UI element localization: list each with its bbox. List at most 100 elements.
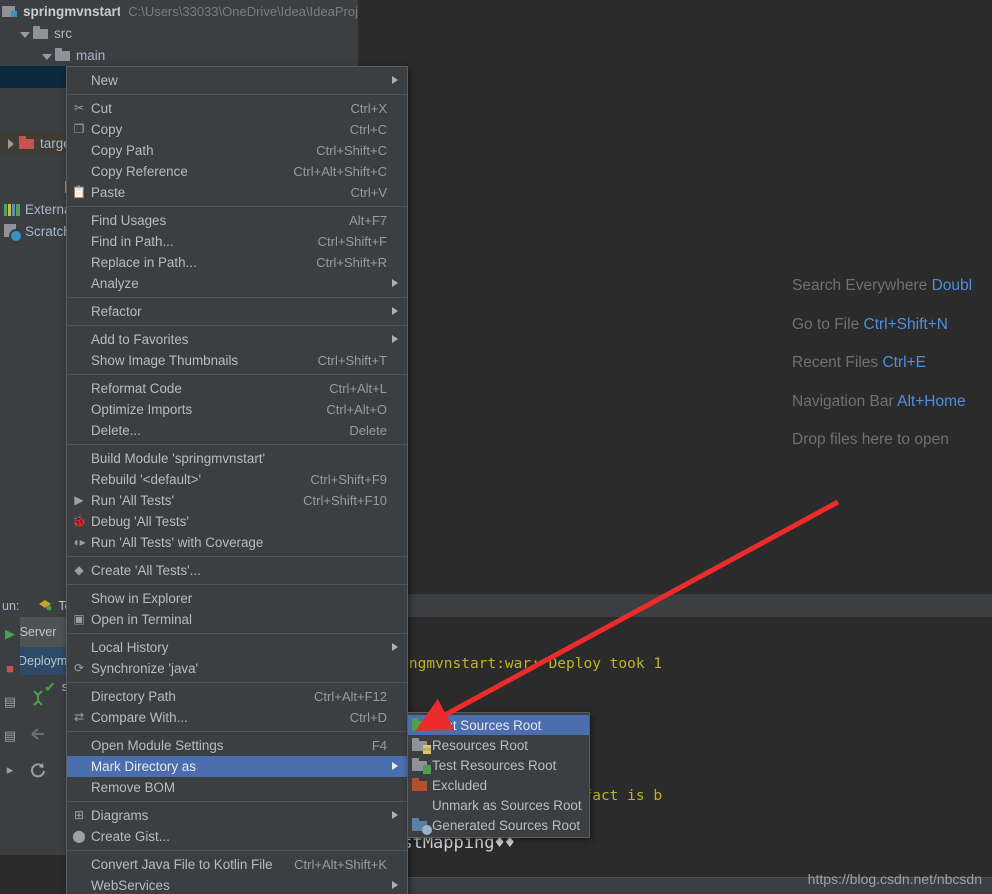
submenu-arrow-placeholder: [387, 140, 399, 161]
submenu-arrow-placeholder: [387, 378, 399, 399]
submenu-item-resources-root[interactable]: Resources Root: [408, 735, 589, 755]
hint-label: Recent Files: [792, 354, 879, 371]
tab-server-label: Server: [19, 625, 57, 639]
chevron-down-icon[interactable]: [18, 27, 31, 40]
collapse-all-icon[interactable]: [24, 716, 52, 752]
menu-separator: [67, 94, 407, 95]
menu-item-find-usages[interactable]: Find Usages Alt+F7: [67, 210, 407, 231]
menu-label: Delete...: [91, 423, 141, 438]
rerun-icon[interactable]: ▶: [0, 617, 20, 651]
menu-item-run-all-tests[interactable]: ▶ Run 'All Tests' Ctrl+Shift+F10: [67, 490, 407, 511]
menu-shortcut: Ctrl+Alt+Shift+K: [294, 857, 387, 872]
menu-item-find-in-path[interactable]: Find in Path... Ctrl+Shift+F: [67, 231, 407, 252]
submenu-label: Unmark as Sources Root: [432, 797, 582, 813]
menu-item-replace-in-path[interactable]: Replace in Path... Ctrl+Shift+R: [67, 252, 407, 273]
menu-item-debug-all-tests[interactable]: 🐞 Debug 'All Tests': [67, 511, 407, 532]
submenu-item-generated-sources-root[interactable]: Generated Sources Root: [408, 815, 589, 835]
refresh-icon[interactable]: [24, 752, 52, 788]
menu-item-remove-bom[interactable]: Remove BOM: [67, 777, 407, 798]
menu-separator: [67, 206, 407, 207]
menu-item-synchronize[interactable]: ⟳ Synchronize 'java': [67, 658, 407, 679]
menu-label: Create 'All Tests'...: [91, 563, 201, 578]
menu-separator: [67, 584, 407, 585]
submenu-arrow-placeholder: [387, 350, 399, 371]
context-menu[interactable]: New ✂ Cut Ctrl+X ❐ Copy Ctrl+C Copy Path…: [66, 66, 408, 894]
menu-shortcut: Ctrl+Alt+L: [329, 381, 387, 396]
submenu-arrow-icon: [387, 301, 399, 322]
chevron-down-icon[interactable]: [40, 49, 53, 62]
chevron-right-icon[interactable]: [4, 137, 17, 150]
menu-label: Find in Path...: [91, 234, 174, 249]
menu-item-paste[interactable]: 📋 Paste Ctrl+V: [67, 182, 407, 203]
tree-row-src[interactable]: src: [0, 22, 358, 44]
menu-item-create-all-tests[interactable]: ◆ Create 'All Tests'...: [67, 560, 407, 581]
module-icon: [2, 3, 18, 19]
run-left-toolbar: ▶ ■ ▤ ▤ ▸: [0, 617, 20, 894]
menu-item-build-module[interactable]: Build Module 'springmvnstart': [67, 448, 407, 469]
hint-drop-files: Drop files here to open: [792, 432, 992, 448]
folder-generated-icon: [408, 815, 432, 835]
submenu-arrow-icon: [387, 70, 399, 91]
menu-separator: [67, 297, 407, 298]
menu-label: Debug 'All Tests': [91, 514, 189, 529]
menu-separator: [67, 850, 407, 851]
menu-item-rebuild[interactable]: Rebuild '<default>' Ctrl+Shift+F9: [67, 469, 407, 490]
submenu-arrow-placeholder: [387, 161, 399, 182]
menu-shortcut: Ctrl+Shift+F10: [303, 493, 387, 508]
submenu-arrow-placeholder: [387, 490, 399, 511]
hint-key: Ctrl+E: [882, 354, 926, 371]
menu-item-reformat-code[interactable]: Reformat Code Ctrl+Alt+L: [67, 378, 407, 399]
submenu-item-test-sources-root[interactable]: Test Sources Root: [408, 715, 589, 735]
menu-item-create-gist[interactable]: ⬤ Create Gist...: [67, 826, 407, 847]
hint-recent-files: Recent Files Ctrl+E: [792, 355, 992, 371]
menu-item-cut[interactable]: ✂ Cut Ctrl+X: [67, 98, 407, 119]
menu-item-copy[interactable]: ❐ Copy Ctrl+C: [67, 119, 407, 140]
menu-label: Build Module 'springmvnstart': [91, 451, 266, 466]
menu-item-delete[interactable]: Delete... Delete: [67, 420, 407, 441]
menu-item-add-to-favorites[interactable]: Add to Favorites: [67, 329, 407, 350]
print-icon[interactable]: ▤: [0, 719, 20, 753]
menu-item-show-in-explorer[interactable]: Show in Explorer: [67, 588, 407, 609]
submenu-arrow-placeholder: [387, 735, 399, 756]
scroll-icon[interactable]: ▸: [0, 753, 20, 787]
scratches-icon: [4, 223, 23, 243]
coverage-icon: ◖▸: [72, 535, 86, 549]
menu-item-compare-with[interactable]: ⇄ Compare With... Ctrl+D: [67, 707, 407, 728]
menu-shortcut: Ctrl+Shift+F: [317, 234, 387, 249]
stop-icon[interactable]: ■: [0, 651, 20, 685]
submenu-item-unmark-as-sources-root[interactable]: Unmark as Sources Root: [408, 795, 589, 815]
submenu-item-test-resources-root[interactable]: Test Resources Root: [408, 755, 589, 775]
menu-shortcut: Ctrl+Shift+T: [317, 353, 387, 368]
mark-directory-as-submenu[interactable]: Test Sources Root Resources Root Test Re…: [407, 712, 590, 838]
menu-item-open-in-terminal[interactable]: ▣ Open in Terminal: [67, 609, 407, 630]
menu-item-convert-java-to-kotlin[interactable]: Convert Java File to Kotlin File Ctrl+Al…: [67, 854, 407, 875]
menu-label: Show in Explorer: [91, 591, 193, 606]
menu-label: Copy Path: [91, 143, 154, 158]
submenu-arrow-icon: [387, 329, 399, 350]
tree-row-main[interactable]: main: [0, 44, 358, 66]
menu-item-webservices[interactable]: WebServices: [67, 875, 407, 894]
menu-item-diagrams[interactable]: ⊞ Diagrams: [67, 805, 407, 826]
menu-label: Convert Java File to Kotlin File: [91, 857, 273, 872]
menu-item-show-image-thumbnails[interactable]: Show Image Thumbnails Ctrl+Shift+T: [67, 350, 407, 371]
tree-row-project-root[interactable]: springmvnstart C:\Users\33033\OneDrive\I…: [0, 0, 358, 22]
trace-icon[interactable]: ▤: [0, 685, 20, 719]
menu-item-open-module-settings[interactable]: Open Module Settings F4: [67, 735, 407, 756]
menu-item-directory-path[interactable]: Directory Path Ctrl+Alt+F12: [67, 686, 407, 707]
menu-item-copy-path[interactable]: Copy Path Ctrl+Shift+C: [67, 140, 407, 161]
menu-item-mark-directory-as[interactable]: Mark Directory as: [67, 756, 407, 777]
folder-excluded-icon: [408, 775, 432, 795]
menu-label: Copy Reference: [91, 164, 188, 179]
menu-item-run-with-coverage[interactable]: ◖▸ Run 'All Tests' with Coverage: [67, 532, 407, 553]
menu-item-analyze[interactable]: Analyze: [67, 273, 407, 294]
menu-item-refactor[interactable]: Refactor: [67, 301, 407, 322]
submenu-item-excluded[interactable]: Excluded: [408, 775, 589, 795]
menu-item-copy-reference[interactable]: Copy Reference Ctrl+Alt+Shift+C: [67, 161, 407, 182]
menu-label: Replace in Path...: [91, 255, 197, 270]
menu-item-new[interactable]: New: [67, 70, 407, 91]
submenu-arrow-placeholder: [387, 532, 399, 553]
menu-item-local-history[interactable]: Local History: [67, 637, 407, 658]
menu-item-optimize-imports[interactable]: Optimize Imports Ctrl+Alt+O: [67, 399, 407, 420]
menu-shortcut: Ctrl+D: [349, 710, 387, 725]
expand-all-icon[interactable]: [24, 680, 52, 716]
